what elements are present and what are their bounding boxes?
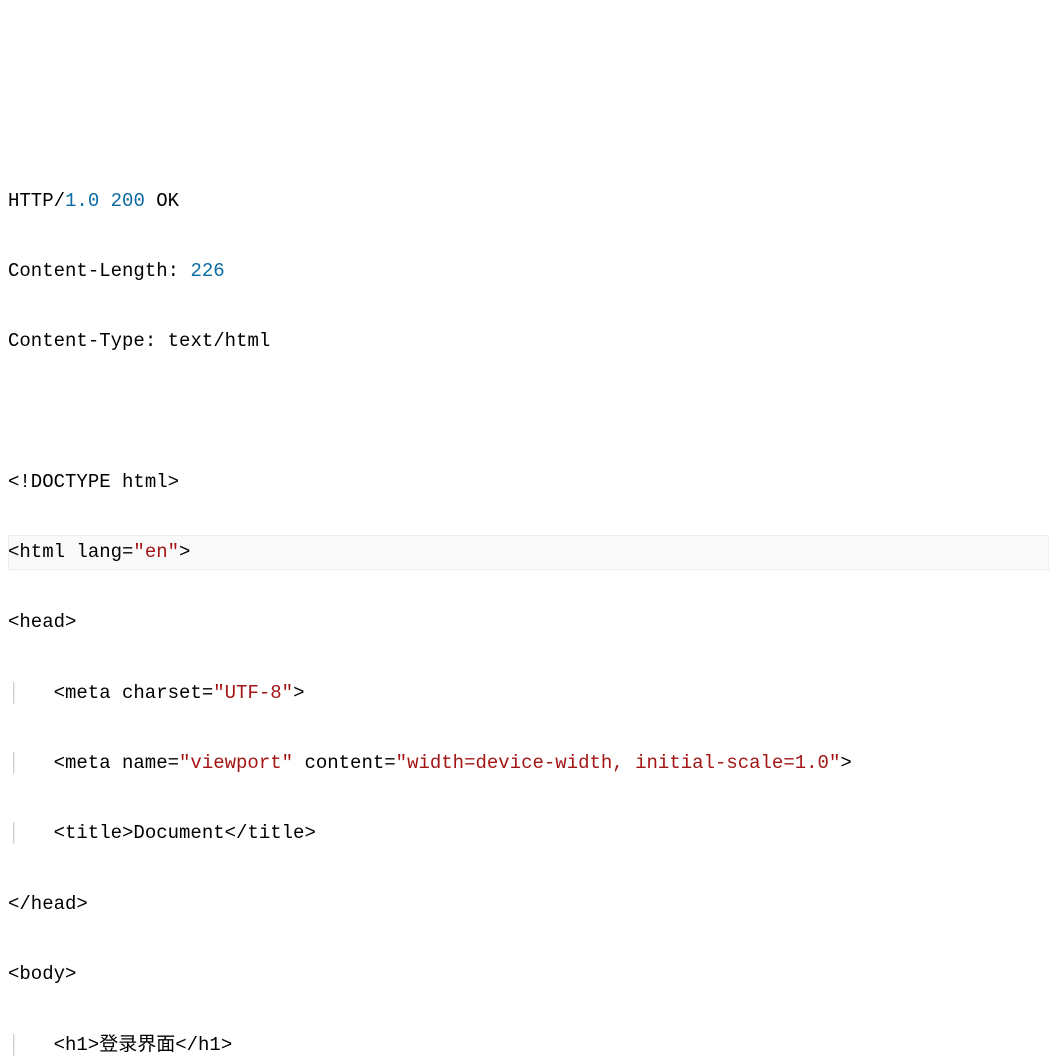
http-header-content-length: Content-Length: 226	[8, 254, 1049, 289]
tag-text: >	[840, 752, 851, 774]
attr-value: "width=device-width, initial-scale=1.0"	[396, 752, 841, 774]
code-block: HTTP/1.0 200 OK Content-Length: 226 Cont…	[8, 149, 1049, 1056]
http-header-content-type: Content-Type: text/html	[8, 324, 1049, 359]
head-open-line: <head>	[8, 605, 1049, 640]
header-label: Content-Type:	[8, 330, 168, 352]
header-value: text/html	[168, 330, 271, 352]
tag-text: <meta name=	[54, 752, 179, 774]
head-close-line: </head>	[8, 887, 1049, 922]
h1-text: 登录界面	[99, 1034, 175, 1055]
attr-value: "viewport"	[179, 752, 293, 774]
http-protocol: HTTP/	[8, 190, 65, 212]
http-status-text: OK	[145, 190, 179, 212]
header-value: 226	[190, 260, 224, 282]
tag-text: </h1>	[175, 1034, 232, 1056]
html-open-line: <html lang="en">	[8, 535, 1049, 570]
doctype-line: <!DOCTYPE html>	[8, 465, 1049, 500]
attr-value: "en"	[133, 541, 179, 563]
h1-line: │ <h1>登录界面</h1>	[8, 1027, 1049, 1056]
tag-text: <meta charset=	[54, 682, 214, 704]
tag-text: >	[179, 541, 190, 563]
tag-text: <title>	[54, 822, 134, 844]
tag-text: >	[293, 682, 304, 704]
meta-charset-line: │ <meta charset="UTF-8">	[8, 676, 1049, 711]
body-open-line: <body>	[8, 957, 1049, 992]
blank-line	[8, 395, 1049, 430]
tag-text: <html lang=	[8, 541, 133, 563]
meta-viewport-line: │ <meta name="viewport" content="width=de…	[8, 746, 1049, 781]
header-label: Content-Length:	[8, 260, 190, 282]
tag-text: content=	[293, 752, 396, 774]
indent-guide: │	[8, 1028, 19, 1056]
indent-guide: │	[8, 816, 19, 851]
attr-value: "UTF-8"	[213, 682, 293, 704]
indent-guide: │	[8, 746, 19, 781]
http-status-line: HTTP/1.0 200 OK	[8, 184, 1049, 219]
http-version: 1.0	[65, 190, 99, 212]
tag-text: </title>	[225, 822, 316, 844]
title-line: │ <title>Document</title>	[8, 816, 1049, 851]
title-text: Document	[133, 822, 224, 844]
indent-guide: │	[8, 676, 19, 711]
http-status-code: 200	[111, 190, 145, 212]
tag-text: <h1>	[54, 1034, 100, 1056]
